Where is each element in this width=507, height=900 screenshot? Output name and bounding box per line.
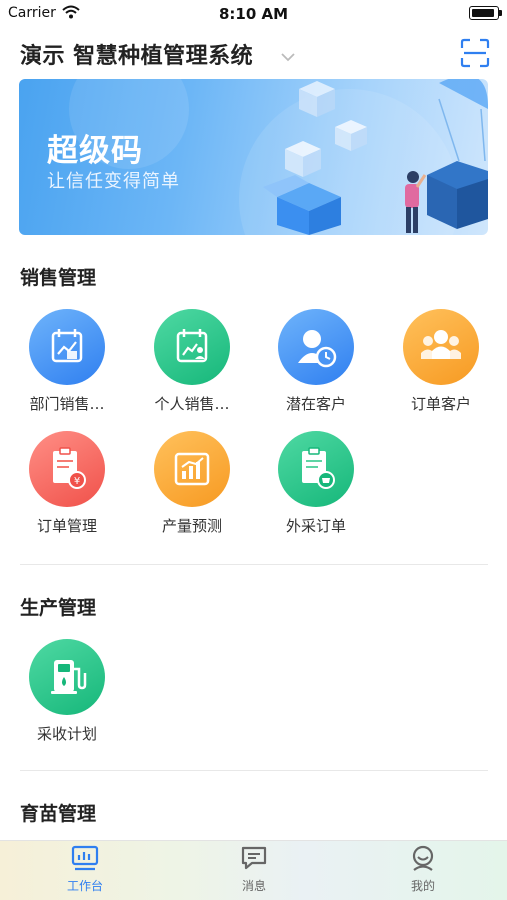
order-management-icon: ¥ <box>29 431 105 507</box>
battery-icon <box>469 6 502 20</box>
status-bar: Carrier 8:10 AM <box>0 0 507 28</box>
tab-label: 我的 <box>410 879 435 893</box>
banner-title: 超级码 <box>47 133 143 169</box>
grid-item-label: 外采订单 <box>285 517 346 535</box>
order-customer-icon <box>403 309 479 385</box>
grid-item-label: 个人销售… <box>154 395 230 413</box>
harvest-plan-icon <box>29 639 105 715</box>
grid-item-department-sales[interactable]: 部门销售… <box>17 309 117 414</box>
tab-label: 工作台 <box>66 879 103 893</box>
tab-dashboard[interactable]: 工作台 <box>35 845 135 894</box>
clock: 8:10 AM <box>218 5 289 23</box>
app-title[interactable]: 演示 智慧种植管理系统 <box>20 38 253 70</box>
grid-item-label: 潜在客户 <box>285 395 346 413</box>
grid-item-label: 订单客户 <box>410 395 471 413</box>
grid-item-yield-forecast[interactable]: 产量预测 <box>142 431 242 536</box>
grid-item-harvest-plan[interactable]: 采收计划 <box>17 639 117 744</box>
section-divider <box>20 564 488 565</box>
grid-item-external-purchase[interactable]: 外采订单 <box>266 431 366 536</box>
grid-item-label: 部门销售… <box>29 395 105 413</box>
message-icon <box>240 846 268 875</box>
grid-item-potential-customer[interactable]: 潜在客户 <box>266 309 366 414</box>
grid-item-label: 采收计划 <box>36 725 97 743</box>
tab-profile[interactable]: 我的 <box>373 845 473 894</box>
potential-customer-icon <box>278 309 354 385</box>
grid-item-label: 产量预测 <box>161 517 222 535</box>
section-title-seedling: 育苗管理 <box>20 803 97 825</box>
promo-banner[interactable]: 超级码 让信任变得简单 <box>19 79 488 235</box>
banner-subtitle: 让信任变得简单 <box>47 171 180 192</box>
tab-label: 消息 <box>241 879 266 893</box>
section-title-sales: 销售管理 <box>20 267 97 289</box>
grid-item-order-customer[interactable]: 订单客户 <box>391 309 491 414</box>
svg-text:¥: ¥ <box>74 476 80 487</box>
personal-sales-icon <box>154 309 230 385</box>
section-divider <box>20 770 488 771</box>
grid-item-order-management[interactable]: ¥ 订单管理 <box>17 431 117 536</box>
chevron-down-icon[interactable] <box>280 47 296 66</box>
profile-icon <box>409 845 437 875</box>
grid-item-label: 订单管理 <box>36 517 97 535</box>
scan-icon[interactable] <box>460 38 490 68</box>
yield-forecast-icon <box>154 431 230 507</box>
grid-item-personal-sales[interactable]: 个人销售… <box>142 309 242 414</box>
external-purchase-icon <box>278 431 354 507</box>
section-title-production: 生产管理 <box>20 597 97 619</box>
department-sales-icon <box>29 309 105 385</box>
app-header: 演示 智慧种植管理系统 <box>0 34 507 74</box>
tab-messages[interactable]: 消息 <box>204 845 304 894</box>
dashboard-icon <box>71 845 99 875</box>
tab-bar: 工作台 消息 我的 <box>0 840 507 900</box>
